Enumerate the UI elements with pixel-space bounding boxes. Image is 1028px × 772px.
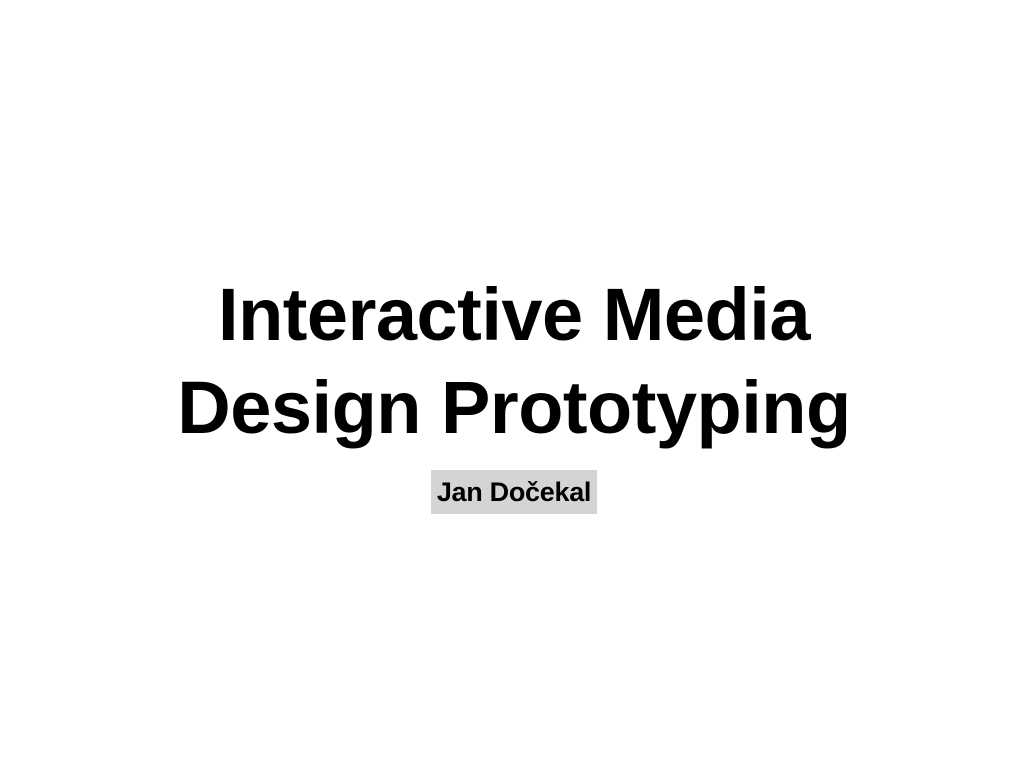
slide-title: Interactive Media Design Prototyping [0,268,1028,454]
slide-title-line-1: Interactive Media [218,273,810,356]
presentation-slide: Interactive Media Design Prototyping Jan… [0,0,1028,772]
author-name: Jan Dočekal [430,470,598,514]
author-container: Jan Dočekal [0,470,1028,514]
slide-title-line-2: Design Prototyping [177,366,851,449]
